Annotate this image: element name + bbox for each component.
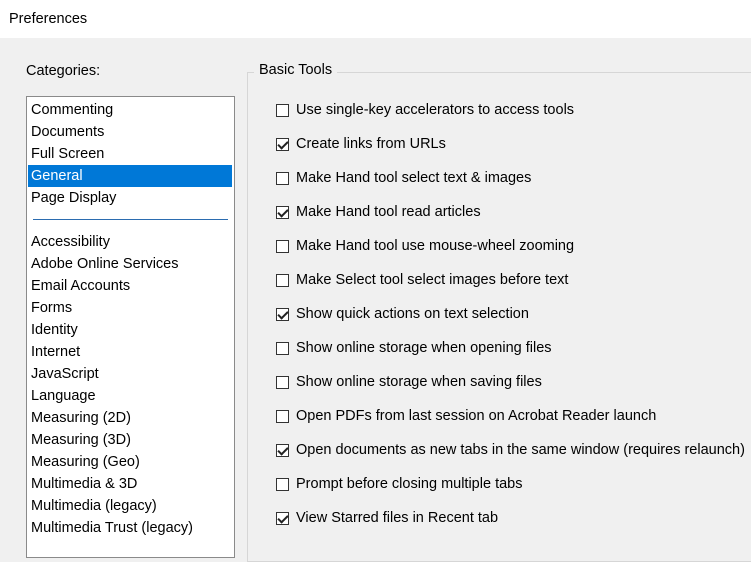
checkbox[interactable] bbox=[276, 239, 289, 253]
checkbox-checked[interactable] bbox=[276, 443, 289, 457]
option-hand-tool-read-articles[interactable]: Make Hand tool read articles bbox=[276, 202, 481, 222]
option-label: Make Select tool select images before te… bbox=[296, 272, 569, 288]
category-item-page-display[interactable]: Page Display bbox=[28, 187, 232, 209]
option-label: Show online storage when saving files bbox=[296, 374, 542, 390]
option-prompt-closing-tabs[interactable]: Prompt before closing multiple tabs bbox=[276, 474, 522, 494]
category-item-commenting[interactable]: Commenting bbox=[28, 99, 232, 121]
option-label: Make Hand tool use mouse-wheel zooming bbox=[296, 238, 575, 254]
option-quick-actions-text-selection[interactable]: Show quick actions on text selection bbox=[276, 304, 529, 324]
category-item-email-accounts[interactable]: Email Accounts bbox=[28, 275, 232, 297]
checkbox[interactable] bbox=[276, 375, 289, 389]
option-label: Use single-key accelerators to access to… bbox=[296, 102, 575, 118]
option-label: View Starred files in Recent tab bbox=[296, 510, 499, 526]
category-item-measuring-3d[interactable]: Measuring (3D) bbox=[28, 429, 232, 451]
option-open-pdfs-last-session[interactable]: Open PDFs from last session on Acrobat R… bbox=[276, 406, 656, 426]
category-item-javascript[interactable]: JavaScript bbox=[28, 363, 232, 385]
category-item-accessibility[interactable]: Accessibility bbox=[28, 231, 232, 253]
categories-list[interactable]: Commenting Documents Full Screen General… bbox=[26, 96, 235, 558]
option-hand-tool-mouse-wheel-zoom[interactable]: Make Hand tool use mouse-wheel zooming bbox=[276, 236, 574, 256]
category-item-full-screen[interactable]: Full Screen bbox=[28, 143, 232, 165]
option-label: Show quick actions on text selection bbox=[296, 306, 529, 322]
option-open-docs-new-tabs[interactable]: Open documents as new tabs in the same w… bbox=[276, 440, 745, 460]
option-online-storage-opening[interactable]: Show online storage when opening files bbox=[276, 338, 552, 358]
checkbox[interactable] bbox=[276, 477, 289, 491]
checkbox[interactable] bbox=[276, 171, 289, 185]
category-item-multimedia-legacy[interactable]: Multimedia (legacy) bbox=[28, 495, 232, 517]
category-item-internet[interactable]: Internet bbox=[28, 341, 232, 363]
option-label: Open documents as new tabs in the same w… bbox=[296, 442, 745, 458]
checkbox-checked[interactable] bbox=[276, 137, 289, 151]
checkbox[interactable] bbox=[276, 103, 289, 117]
option-single-key-accelerators[interactable]: Use single-key accelerators to access to… bbox=[276, 100, 574, 120]
option-view-starred-files[interactable]: View Starred files in Recent tab bbox=[276, 508, 498, 528]
category-item-multimedia-3d[interactable]: Multimedia & 3D bbox=[28, 473, 232, 495]
checkbox[interactable] bbox=[276, 273, 289, 287]
option-label: Prompt before closing multiple tabs bbox=[296, 476, 523, 492]
checkbox[interactable] bbox=[276, 409, 289, 423]
option-select-tool-images-first[interactable]: Make Select tool select images before te… bbox=[276, 270, 568, 290]
option-hand-tool-select-text[interactable]: Make Hand tool select text & images bbox=[276, 168, 531, 188]
category-item-language[interactable]: Language bbox=[28, 385, 232, 407]
title-bar: Preferences bbox=[0, 0, 751, 38]
option-label: Show online storage when opening files bbox=[296, 340, 552, 356]
category-item-identity[interactable]: Identity bbox=[28, 319, 232, 341]
window-title: Preferences bbox=[9, 11, 88, 27]
category-item-forms[interactable]: Forms bbox=[28, 297, 232, 319]
checkbox-checked[interactable] bbox=[276, 511, 289, 525]
option-create-links-from-urls[interactable]: Create links from URLs bbox=[276, 134, 446, 154]
checkbox-checked[interactable] bbox=[276, 307, 289, 321]
option-label: Open PDFs from last session on Acrobat R… bbox=[296, 408, 657, 424]
basic-tools-label: Basic Tools bbox=[254, 62, 338, 78]
option-label: Create links from URLs bbox=[296, 136, 446, 152]
checkbox[interactable] bbox=[276, 341, 289, 355]
checkbox-checked[interactable] bbox=[276, 205, 289, 219]
category-item-general[interactable]: General bbox=[28, 165, 232, 187]
option-label: Make Hand tool read articles bbox=[296, 204, 481, 220]
list-separator bbox=[33, 219, 228, 220]
category-item-measuring-geo[interactable]: Measuring (Geo) bbox=[28, 451, 232, 473]
category-item-documents[interactable]: Documents bbox=[28, 121, 232, 143]
category-item-measuring-2d[interactable]: Measuring (2D) bbox=[28, 407, 232, 429]
option-label: Make Hand tool select text & images bbox=[296, 170, 532, 186]
category-item-multimedia-trust-legacy[interactable]: Multimedia Trust (legacy) bbox=[28, 517, 232, 539]
option-online-storage-saving[interactable]: Show online storage when saving files bbox=[276, 372, 542, 392]
categories-label: Categories: bbox=[26, 63, 101, 79]
category-item-adobe-online-services[interactable]: Adobe Online Services bbox=[28, 253, 232, 275]
